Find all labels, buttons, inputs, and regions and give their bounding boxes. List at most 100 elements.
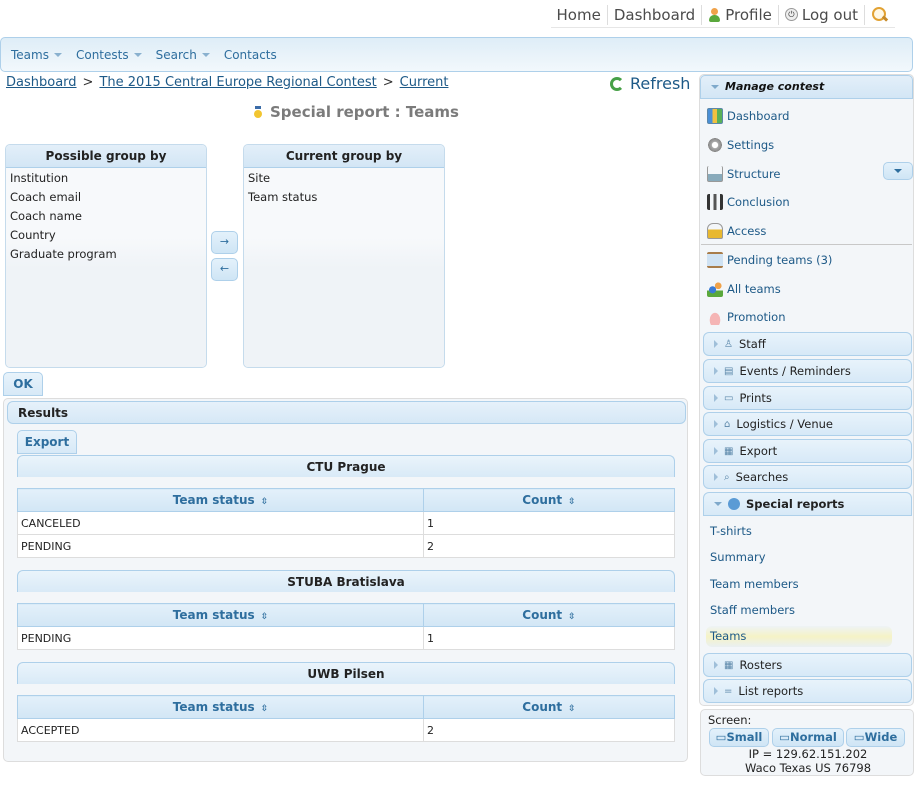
report-icon xyxy=(728,498,740,510)
sidebar-title: Manage contest xyxy=(725,80,825,93)
menu-label: Contests xyxy=(75,47,129,62)
section-searches[interactable]: ⌕ Searches xyxy=(703,465,912,489)
chevron-right-icon xyxy=(714,367,718,375)
group-option[interactable]: Country xyxy=(6,225,206,244)
breadcrumb-contest[interactable]: The 2015 Central Europe Regional Contest xyxy=(99,75,376,90)
group-option[interactable]: Graduate program xyxy=(6,244,206,263)
user-bar: Home Dashboard Profile ⏻ Log out xyxy=(550,4,895,28)
sidebar-item-pending-teams[interactable]: Pending teams (3) xyxy=(707,252,832,268)
section-label: Staff xyxy=(738,337,766,351)
profile-link[interactable]: Profile xyxy=(702,6,778,24)
group-option[interactable]: Coach email xyxy=(6,187,206,206)
menu-label: Teams xyxy=(11,47,49,62)
section-label: Special reports xyxy=(746,497,845,511)
report-item-team-members[interactable]: Team members xyxy=(710,577,799,591)
export-icon: ▦ xyxy=(724,445,734,457)
group-option[interactable]: Coach name xyxy=(6,206,206,225)
column-header-team-status[interactable]: Team status ⇳ xyxy=(17,603,424,627)
move-left-button[interactable]: ← xyxy=(211,258,238,281)
screen-small-button[interactable]: ▭Small xyxy=(709,728,769,747)
arrow-left-icon: ← xyxy=(219,262,230,275)
menu-contests[interactable]: Contests xyxy=(76,48,142,62)
search-icon xyxy=(871,6,889,24)
sidebar-item-dashboard[interactable]: Dashboard xyxy=(707,108,789,124)
status-cell: ACCEPTED xyxy=(17,718,424,742)
results-panel: Results Export CTU Prague Team status ⇳ C… xyxy=(3,398,688,762)
section-label: Logistics / Venue xyxy=(736,417,833,431)
column-header-count[interactable]: Count ⇳ xyxy=(423,488,675,512)
chevron-down-icon xyxy=(133,52,142,57)
count-cell: 1 xyxy=(423,511,675,535)
export-button[interactable]: Export xyxy=(17,430,77,454)
sidebar-item-settings[interactable]: Settings xyxy=(707,137,774,153)
chevron-right-icon xyxy=(714,447,718,455)
search-button[interactable] xyxy=(865,6,895,24)
sort-icon: ⇳ xyxy=(568,612,576,622)
screen-normal-button[interactable]: ▭Normal xyxy=(772,728,844,747)
menu-teams[interactable]: Teams xyxy=(11,48,62,62)
group-option[interactable]: Site xyxy=(244,168,444,187)
user-icon xyxy=(708,7,721,22)
chevron-right-icon xyxy=(714,340,718,348)
sidebar-item-access[interactable]: Access xyxy=(707,223,766,239)
column-header-team-status[interactable]: Team status ⇳ xyxy=(17,695,424,719)
chevron-down-icon xyxy=(53,52,62,57)
thumbs-up-icon xyxy=(707,309,723,325)
section-label: Searches xyxy=(735,470,789,484)
report-item-tshirts[interactable]: T-shirts xyxy=(710,524,752,538)
sort-icon: ⇳ xyxy=(260,497,269,507)
sidebar-item-conclusion[interactable]: Conclusion xyxy=(707,194,790,210)
breadcrumb-separator: > xyxy=(82,75,94,90)
button-label: Wide xyxy=(864,730,898,744)
breadcrumb-dashboard[interactable]: Dashboard xyxy=(6,75,77,90)
sidebar-item-all-teams[interactable]: All teams xyxy=(707,281,781,297)
section-staff[interactable]: ♙ Staff xyxy=(703,332,912,356)
report-item-staff-members[interactable]: Staff members xyxy=(710,603,795,617)
sidebar-item-label: Structure xyxy=(727,167,781,181)
sidebar-item-label: Settings xyxy=(727,138,775,152)
section-list-reports[interactable]: = List reports xyxy=(703,679,912,703)
menu-search[interactable]: Search xyxy=(156,48,210,62)
screen-icon: ▭ xyxy=(715,730,727,744)
move-right-button[interactable]: → xyxy=(211,231,238,254)
manage-contest-header[interactable]: Manage contest xyxy=(700,75,913,99)
refresh-button[interactable]: Refresh xyxy=(610,74,690,93)
section-special-reports[interactable]: Special reports xyxy=(703,492,912,516)
count-cell: 1 xyxy=(423,626,675,650)
logout-link[interactable]: ⏻ Log out xyxy=(779,6,864,24)
sort-icon: ⇳ xyxy=(568,497,576,507)
home-link[interactable]: Home xyxy=(551,6,607,24)
report-item-teams[interactable]: Teams xyxy=(706,626,892,647)
structure-dropdown-button[interactable] xyxy=(883,162,913,180)
manage-contest-sidebar: Manage contest Dashboard Settings Struct… xyxy=(699,74,914,706)
table-row: PENDING 1 xyxy=(17,626,675,650)
group-option[interactable]: Institution xyxy=(6,168,206,187)
section-rosters[interactable]: ▦ Rosters xyxy=(703,653,912,677)
column-header-team-status[interactable]: Team status ⇳ xyxy=(17,488,424,512)
staff-icon: ♙ xyxy=(724,338,733,350)
group-option[interactable]: Team status xyxy=(244,187,444,206)
result-group: STUBA Bratislava Team status ⇳ Count ⇳ PEN… xyxy=(17,570,675,650)
sidebar-item-promotion[interactable]: Promotion xyxy=(707,309,786,325)
section-export[interactable]: ▦ Export xyxy=(703,439,912,463)
screen-wide-button[interactable]: ▭Wide xyxy=(846,728,905,747)
column-header-count[interactable]: Count ⇳ xyxy=(423,603,675,627)
comment-icon: ▤ xyxy=(724,365,734,377)
structure-icon xyxy=(707,166,723,182)
conclusion-icon xyxy=(707,194,723,210)
menu-contacts[interactable]: Contacts xyxy=(224,48,277,62)
dashboard-link[interactable]: Dashboard xyxy=(608,6,701,24)
report-item-summary[interactable]: Summary xyxy=(710,550,766,564)
count-cell: 2 xyxy=(423,534,675,558)
menu-label: Search xyxy=(155,47,197,62)
section-events-reminders[interactable]: ▤ Events / Reminders xyxy=(703,359,912,383)
breadcrumb-current[interactable]: Current xyxy=(400,75,449,90)
sidebar-item-label: Conclusion xyxy=(727,195,790,209)
ok-button[interactable]: OK xyxy=(3,372,43,396)
section-logistics-venue[interactable]: ⌂ Logistics / Venue xyxy=(703,412,912,436)
column-header-count[interactable]: Count ⇳ xyxy=(423,695,675,719)
sidebar-item-structure[interactable]: Structure xyxy=(707,166,781,182)
hourglass-icon xyxy=(707,252,723,268)
dashboard-label: Dashboard xyxy=(613,5,696,24)
section-prints[interactable]: ▭ Prints xyxy=(703,386,912,410)
